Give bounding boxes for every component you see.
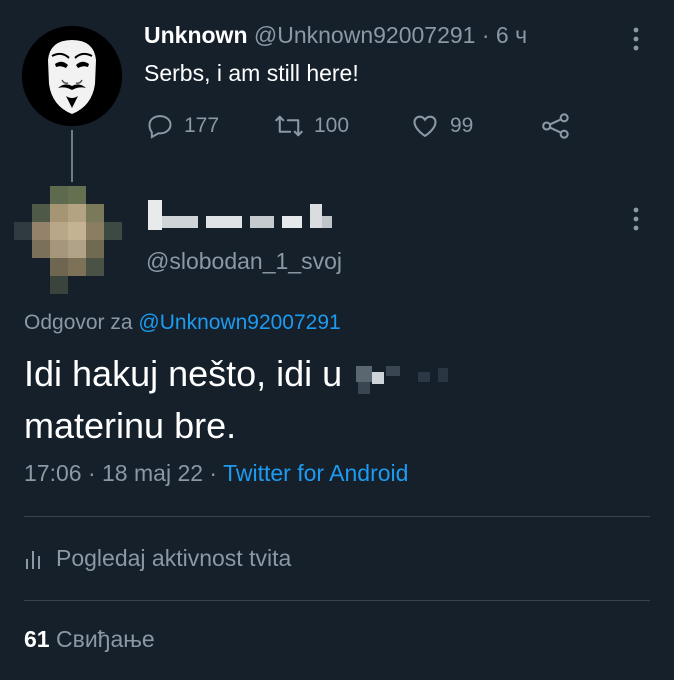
- display-name[interactable]: Unknown: [144, 22, 248, 48]
- avatar-unknown[interactable]: [22, 26, 122, 126]
- analytics-icon: [26, 550, 40, 569]
- reply-action[interactable]: 177: [146, 112, 219, 140]
- like-action[interactable]: 99: [410, 112, 473, 140]
- tweet-time[interactable]: 17:06: [24, 460, 82, 486]
- reply-count: 177: [184, 114, 220, 137]
- view-activity-label: Pogledaj aktivnost tvita: [56, 545, 292, 571]
- like-count: 99: [450, 114, 474, 137]
- tweet-header: Unknown @Unknown92007291 · 6 ч: [144, 22, 527, 49]
- tweet-time[interactable]: 6 ч: [496, 22, 527, 48]
- pixelated-avatar-image: [14, 186, 122, 294]
- tweet-metadata: 17:06 · 18 maj 22 · Twitter for Android: [24, 460, 408, 487]
- separator: ·: [209, 460, 218, 486]
- likes-summary[interactable]: 61 Свиђање: [24, 626, 155, 653]
- divider: [24, 600, 650, 601]
- separator: ·: [87, 460, 96, 486]
- client-link[interactable]: Twitter for Android: [223, 460, 408, 486]
- heart-icon: [413, 115, 437, 138]
- divider: [24, 516, 650, 517]
- reply-text-line-1-text: Idi hakuj nešto, idi u: [24, 353, 343, 394]
- reply-icon: [148, 115, 172, 139]
- time-separator: ·: [481, 22, 490, 48]
- replying-to: Odgovor za @Unknown92007291: [24, 311, 341, 335]
- likes-label: Свиђање: [55, 626, 155, 652]
- reply-text: Idi hakuj nešto, idi u materinu bre.: [24, 348, 644, 452]
- anonymous-mask-icon: [22, 26, 122, 126]
- more-options-icon[interactable]: [630, 206, 642, 237]
- retweet-icon: [275, 115, 303, 137]
- more-options-icon[interactable]: [630, 26, 642, 57]
- thread-line: [71, 130, 73, 182]
- reply-text-line-1: Idi hakuj nešto, idi u: [24, 348, 644, 400]
- reply-text-line-2: materinu bre.: [24, 405, 237, 446]
- share-action[interactable]: [540, 112, 572, 140]
- censored-word: [352, 358, 452, 395]
- user-handle[interactable]: @Unknown92007291: [254, 22, 476, 48]
- user-handle[interactable]: @slobodan_1_svoj: [146, 248, 342, 275]
- replying-prefix: Odgovor za: [24, 311, 133, 334]
- share-icon: [542, 113, 569, 139]
- obscured-display-name: [148, 196, 338, 232]
- replying-to-link[interactable]: @Unknown92007291: [138, 311, 340, 334]
- view-activity-button[interactable]: Pogledaj aktivnost tvita: [24, 545, 291, 572]
- likes-count: 61: [24, 626, 50, 652]
- retweet-count: 100: [314, 114, 350, 137]
- retweet-action[interactable]: 100: [274, 112, 349, 140]
- tweet-date[interactable]: 18 maj 22: [102, 460, 203, 486]
- tweet-text: Serbs, i am still here!: [144, 60, 359, 86]
- avatar-pixelated[interactable]: [14, 186, 122, 294]
